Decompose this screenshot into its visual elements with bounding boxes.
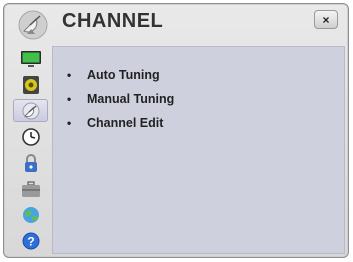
close-icon: × xyxy=(322,12,330,27)
channel-options-panel: • Auto Tuning • Manual Tuning • Channel … xyxy=(52,46,345,254)
menu-item-channel-edit[interactable]: • Channel Edit xyxy=(67,111,174,135)
satellite-dish-icon xyxy=(18,10,48,40)
sidebar-item-time[interactable] xyxy=(13,125,48,148)
bullet: • xyxy=(67,92,72,106)
category-sidebar: ? xyxy=(13,47,48,254)
page-title: CHANNEL xyxy=(62,10,164,32)
svg-text:?: ? xyxy=(27,234,34,248)
sidebar-item-channel[interactable] xyxy=(13,99,48,122)
menu-header: CHANNEL × xyxy=(4,4,348,44)
sidebar-item-support[interactable]: ? xyxy=(13,229,48,252)
menu-item-manual-tuning[interactable]: • Manual Tuning xyxy=(67,87,174,111)
sidebar-item-audio[interactable] xyxy=(13,73,48,96)
lock-icon xyxy=(24,153,37,172)
channel-menu-list: • Auto Tuning • Manual Tuning • Channel … xyxy=(67,63,174,135)
menu-item-label: Auto Tuning xyxy=(87,68,160,82)
channel-icon xyxy=(22,102,39,119)
audio-icon xyxy=(22,75,39,94)
bullet: • xyxy=(67,68,72,82)
picture-icon xyxy=(20,50,41,67)
menu-item-label: Manual Tuning xyxy=(87,92,175,106)
globe-icon xyxy=(22,206,39,223)
menu-item-label: Channel Edit xyxy=(87,116,164,130)
help-icon: ? xyxy=(22,232,39,249)
channel-menu-window: CHANNEL × ? • Auto Tuning • Manual Tunin… xyxy=(3,3,349,258)
sidebar-item-network[interactable] xyxy=(13,203,48,226)
close-button[interactable]: × xyxy=(314,10,338,29)
toolbox-icon xyxy=(21,180,40,197)
sidebar-item-picture[interactable] xyxy=(13,47,48,70)
sidebar-item-option[interactable] xyxy=(13,177,48,200)
bullet: • xyxy=(67,116,72,130)
clock-icon xyxy=(21,127,40,146)
sidebar-item-lock[interactable] xyxy=(13,151,48,174)
menu-item-auto-tuning[interactable]: • Auto Tuning xyxy=(67,63,174,87)
